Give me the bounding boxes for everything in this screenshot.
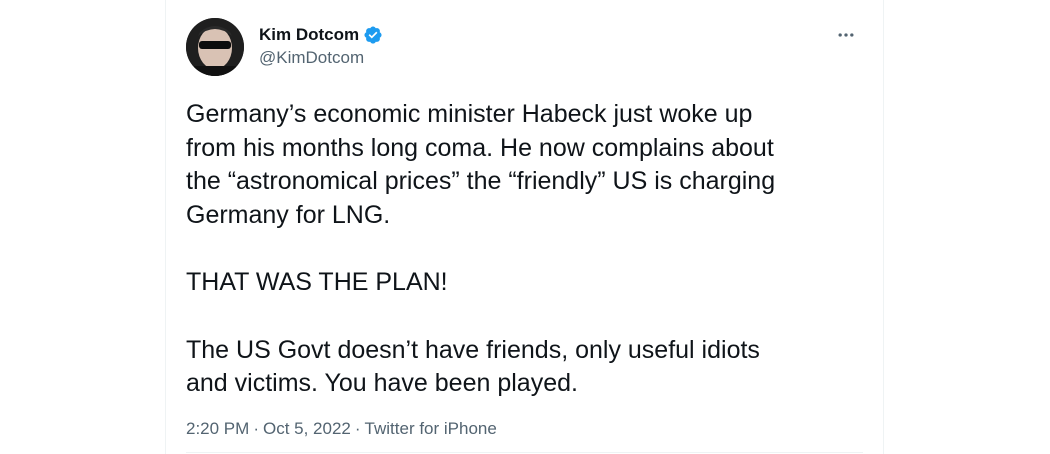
tweet-text-line: THAT WAS THE PLAN! [186, 268, 448, 296]
user-block: Kim Dotcom @KimDotcom [259, 24, 383, 68]
tweet-text: Germany’s economic minister Habeck just … [186, 98, 876, 401]
display-name[interactable]: Kim Dotcom [259, 25, 359, 45]
divider [186, 452, 863, 453]
user-handle[interactable]: @KimDotcom [259, 48, 383, 68]
tweet[interactable]: Kim Dotcom @KimDotcom Germany’s economic… [186, 18, 863, 441]
tweet-text-line: The US Govt doesn’t have friends, only u… [186, 335, 760, 364]
more-horizontal-icon [838, 33, 854, 37]
tweet-text-line: and victims. You have been played. [186, 369, 578, 397]
tweet-header: Kim Dotcom @KimDotcom [186, 18, 863, 78]
avatar[interactable] [186, 18, 244, 76]
tweet-column: Kim Dotcom @KimDotcom Germany’s economic… [165, 0, 884, 454]
meta-separator: · [253, 418, 259, 438]
tweet-source[interactable]: Twitter for iPhone [365, 419, 497, 439]
name-row: Kim Dotcom [259, 24, 383, 46]
tweet-meta: 2:20 PM · Oct 5, 2022 · Twitter for iPho… [186, 417, 863, 441]
verified-badge-icon [363, 25, 383, 45]
tweet-text-line: the “astronomical prices” the “friendly”… [186, 167, 776, 195]
tweet-text-line: from his months long coma. He now compla… [186, 133, 774, 162]
meta-separator: · [354, 418, 361, 438]
tweet-text-line: Germany’s economic minister Habeck just … [186, 100, 753, 128]
more-options-button[interactable] [829, 22, 863, 48]
tweet-time[interactable]: 2:20 PM [186, 419, 249, 439]
tweet-text-line: Germany for LNG. [186, 200, 391, 229]
tweet-date[interactable]: Oct 5, 2022 [263, 419, 351, 439]
avatar-image [186, 18, 244, 76]
